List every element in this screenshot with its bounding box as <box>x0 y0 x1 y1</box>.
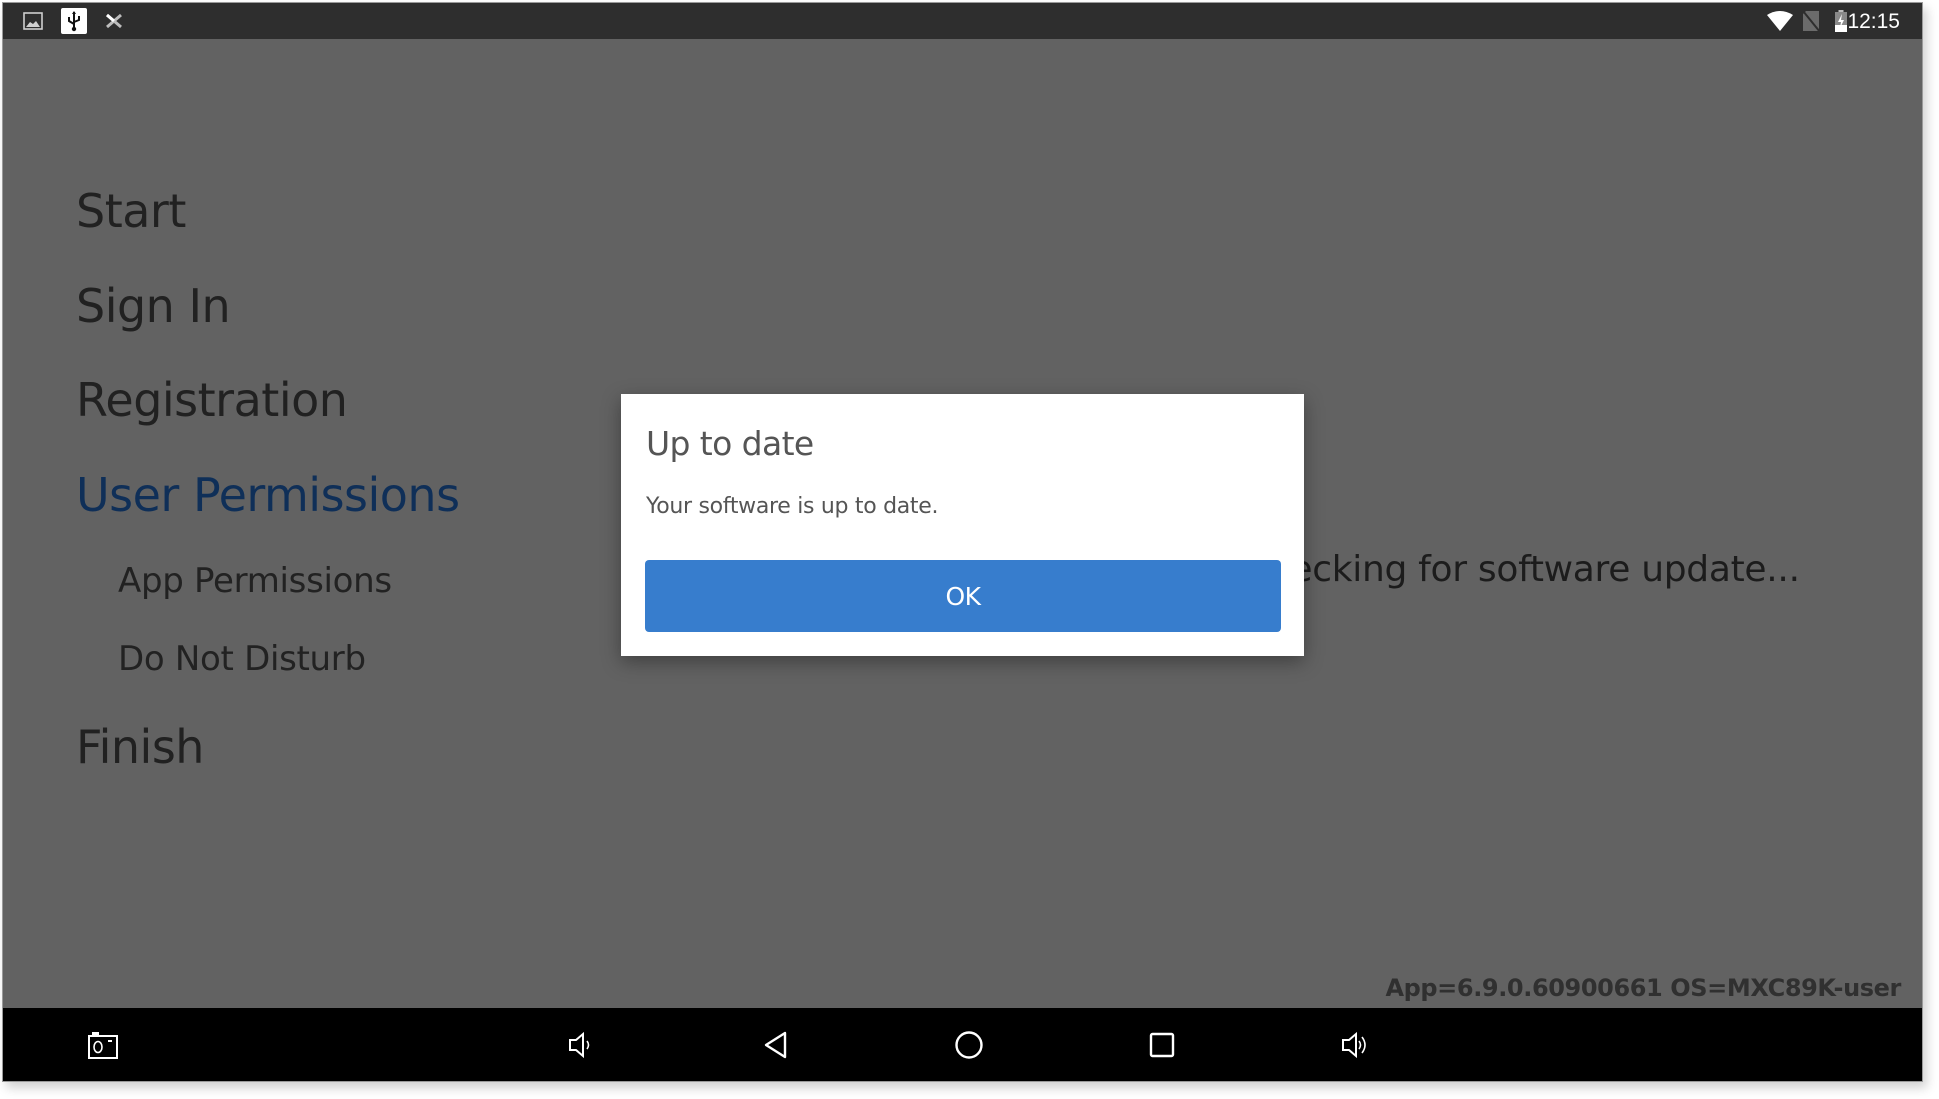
back-button[interactable] <box>746 1008 806 1081</box>
recents-button[interactable] <box>1132 1008 1192 1081</box>
back-icon <box>764 1031 787 1058</box>
menu-item-user-permissions[interactable]: User Permissions <box>76 468 460 522</box>
home-button[interactable] <box>939 1008 999 1081</box>
volume-up-icon <box>1342 1031 1366 1058</box>
menu-item-sign-in[interactable]: Sign In <box>76 279 231 333</box>
image-notification-icon <box>21 3 45 39</box>
up-to-date-dialog: Up to date Your software is up to date. … <box>621 394 1304 656</box>
screenshot-icon <box>88 1031 118 1059</box>
home-icon <box>955 1030 983 1059</box>
submenu-item-do-not-disturb[interactable]: Do Not Disturb <box>118 639 366 679</box>
device-screen: 12:15 Start Sign In Registration User Pe… <box>2 2 1923 1082</box>
update-status-text: Checking for software update... <box>1243 549 1800 590</box>
submenu-item-app-permissions[interactable]: App Permissions <box>118 561 392 601</box>
navigation-bar <box>3 1008 1922 1081</box>
clock: 12:15 <box>1847 10 1900 33</box>
menu-item-start[interactable]: Start <box>76 184 186 238</box>
volume-down-icon <box>569 1031 590 1058</box>
usb-icon <box>60 3 87 39</box>
ok-button[interactable]: OK <box>645 560 1281 632</box>
volume-down-button[interactable] <box>551 1008 611 1081</box>
version-info: App=6.9.0.60900661 OS=MXC89K-user <box>1385 974 1901 1002</box>
screenshot-button[interactable] <box>73 1008 133 1081</box>
dialog-title: Up to date <box>646 424 814 463</box>
wifi-icon <box>1766 3 1794 39</box>
menu-item-finish[interactable]: Finish <box>76 720 204 774</box>
no-signal-tool-icon <box>104 3 124 39</box>
menu-item-registration[interactable]: Registration <box>76 373 348 427</box>
status-bar: 12:15 <box>3 3 1922 39</box>
setup-wizard-content: Start Sign In Registration User Permissi… <box>3 39 1922 1010</box>
no-sim-icon <box>1801 3 1821 39</box>
volume-up-button[interactable] <box>1326 1008 1386 1081</box>
recents-icon <box>1149 1032 1175 1057</box>
dialog-message: Your software is up to date. <box>646 494 939 519</box>
